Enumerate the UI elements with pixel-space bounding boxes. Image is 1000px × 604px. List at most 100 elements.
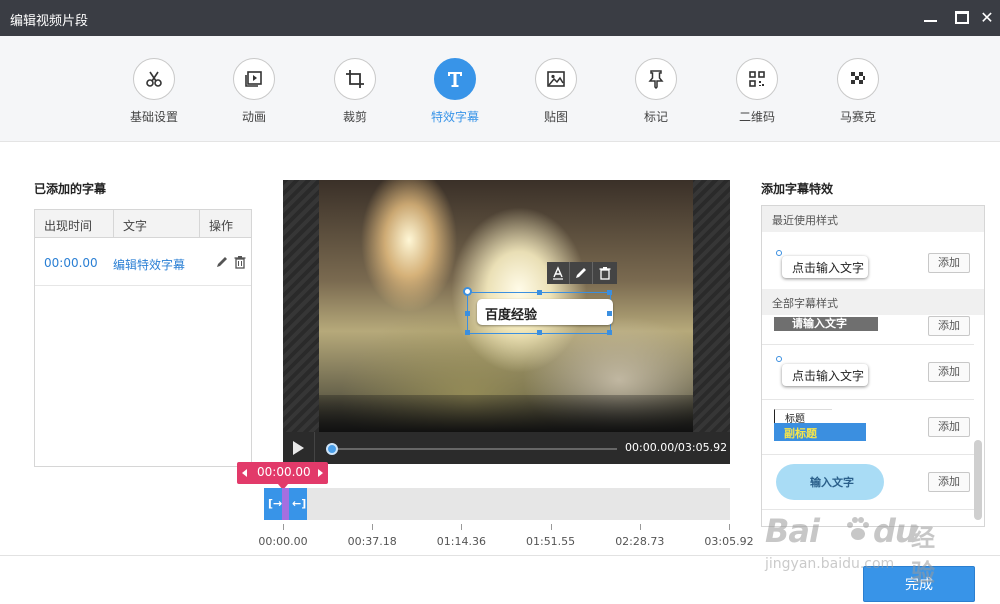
bubble-dot [776,250,782,256]
mosaic-icon [837,58,879,100]
tool-bar: 基础设置 动画 裁剪 特效字幕 贴图 标记 二维码 马赛克 [0,36,1000,142]
caption-bubble[interactable]: 百度经验 [477,299,613,325]
rotate-handle[interactable] [463,287,472,296]
tool-qrcode[interactable]: 二维码 [707,58,807,125]
ruler-tick-label: 00:37.18 [347,535,397,548]
tool-mosaic[interactable]: 马赛克 [808,58,908,125]
resize-handle[interactable] [607,330,612,335]
tool-label: 二维码 [738,110,775,124]
ruler-tick-label: 02:28.73 [615,535,665,548]
caption-text[interactable]: 百度经验 [485,304,537,323]
segment-end-handle[interactable]: ←] [292,497,306,510]
watermark-url: jingyan.baidu.com [765,556,895,572]
qrcode-icon [736,58,778,100]
player-controls: 00:00.00/03:05.92 [283,432,730,464]
tool-crop[interactable]: 裁剪 [305,58,405,125]
tool-label: 标记 [643,110,668,124]
table-row[interactable]: 00:00.00 编辑特效字幕 [35,239,251,286]
tool-label: 贴图 [543,110,568,124]
ruler-tick [550,524,552,530]
effect-sample: 输入文字 [776,464,884,500]
maximize-button[interactable] [950,6,974,30]
close-icon: ✕ [980,8,994,27]
effect-sample: 请输入文字 [774,317,878,331]
chevron-right-icon[interactable] [318,469,323,477]
column-header-text: 文字 [123,219,148,233]
subtitle-table: 出现时间 文字 操作 00:00.00 编辑特效字幕 [34,209,252,467]
play-icon[interactable] [293,441,304,455]
close-button[interactable]: ✕ [975,6,999,30]
watermark-logo: Bai du 经验 jingyan.baidu.com [765,512,945,592]
text-style-icon[interactable] [547,262,570,284]
paw-icon [847,517,869,540]
seek-bar[interactable] [329,448,617,450]
playback-time: 00:00.00/03:05.92 [625,441,728,454]
add-effect-button[interactable]: 添加 [928,253,970,273]
effect-sample: 点击输入文字 [782,256,868,278]
resize-handle[interactable] [537,290,542,295]
watermark-cn: 经验 [911,524,935,587]
tool-basic-settings[interactable]: 基础设置 [104,58,204,125]
chevron-left-icon[interactable] [242,469,247,477]
effect-sample: 点击输入文字 [782,364,868,386]
add-effect-button[interactable]: 添加 [928,362,970,382]
ruler-tick-label: 01:51.55 [525,535,576,548]
tool-effect-subtitle[interactable]: 特效字幕 [405,58,505,125]
bubble-dot [776,356,782,362]
text-t-icon [434,58,476,100]
effects-scrollbar[interactable] [974,440,982,520]
delete-icon[interactable] [593,262,616,284]
effect-item[interactable]: 点击输入文字 添加 [762,346,974,400]
crop-icon [334,58,376,100]
video-frame: 百度经验 [319,180,693,432]
subtitle-time[interactable]: 00:00.00 [44,256,98,270]
resize-handle[interactable] [465,311,470,316]
subtitle-segment[interactable]: [→ ←] [264,488,307,520]
playhead[interactable] [282,488,289,520]
tool-label: 马赛克 [839,110,876,124]
edit-icon[interactable] [570,262,593,284]
window-title: 编辑视频片段 [10,14,89,29]
time-ruler [283,524,730,532]
resize-handle[interactable] [607,290,612,295]
all-section-label: 全部字幕样式 [762,289,984,315]
effect-item[interactable]: 标题 副标题 添加 [762,401,974,455]
table-header: 出现时间 文字 操作 [35,210,251,238]
ruler-tick-label: 03:05.92 [704,535,754,548]
recent-section-label: 最近使用样式 [762,206,984,232]
add-effect-button[interactable]: 添加 [928,316,970,336]
scissors-icon [133,58,175,100]
effect-sample-text: 输入文字 [810,476,854,489]
timeline-track[interactable]: [→ ←] [264,488,730,520]
resize-handle[interactable] [465,330,470,335]
column-header-time: 出现时间 [44,219,93,233]
tool-marker[interactable]: 标记 [606,58,706,125]
ruler-tick [729,524,730,530]
edit-icon[interactable] [215,255,229,269]
resize-handle[interactable] [607,311,612,316]
delete-icon[interactable] [233,255,247,269]
add-effect-button[interactable]: 添加 [928,417,970,437]
effect-item[interactable]: 点击输入文字 添加 [762,236,974,290]
effect-item[interactable]: 输入文字 添加 [762,456,974,510]
ruler-tick [639,524,641,530]
ruler-tick [283,524,284,530]
video-preview[interactable]: 百度经验 [283,180,730,432]
add-effect-button[interactable]: 添加 [928,472,970,492]
tool-label: 基础设置 [129,110,178,124]
current-time-flag[interactable]: 00:00.00 [237,462,328,490]
tool-sticker[interactable]: 贴图 [506,58,606,125]
current-time: 00:00.00 [257,465,311,479]
minimize-button[interactable] [918,6,942,30]
resize-handle[interactable] [537,330,542,335]
play-frame-icon [233,58,275,100]
ruler-tick-label: 01:14.36 [436,535,486,548]
tool-label: 裁剪 [342,110,367,124]
subtitle-text[interactable]: 编辑特效字幕 [113,256,185,273]
segment-start-handle[interactable]: [→ [268,497,282,510]
ruler-tick [461,524,463,530]
tool-animation[interactable]: 动画 [204,58,304,125]
effect-item[interactable]: 请输入文字 添加 [762,315,974,345]
caption-selection[interactable]: 百度经验 [463,287,613,335]
seek-knob[interactable] [326,443,338,455]
